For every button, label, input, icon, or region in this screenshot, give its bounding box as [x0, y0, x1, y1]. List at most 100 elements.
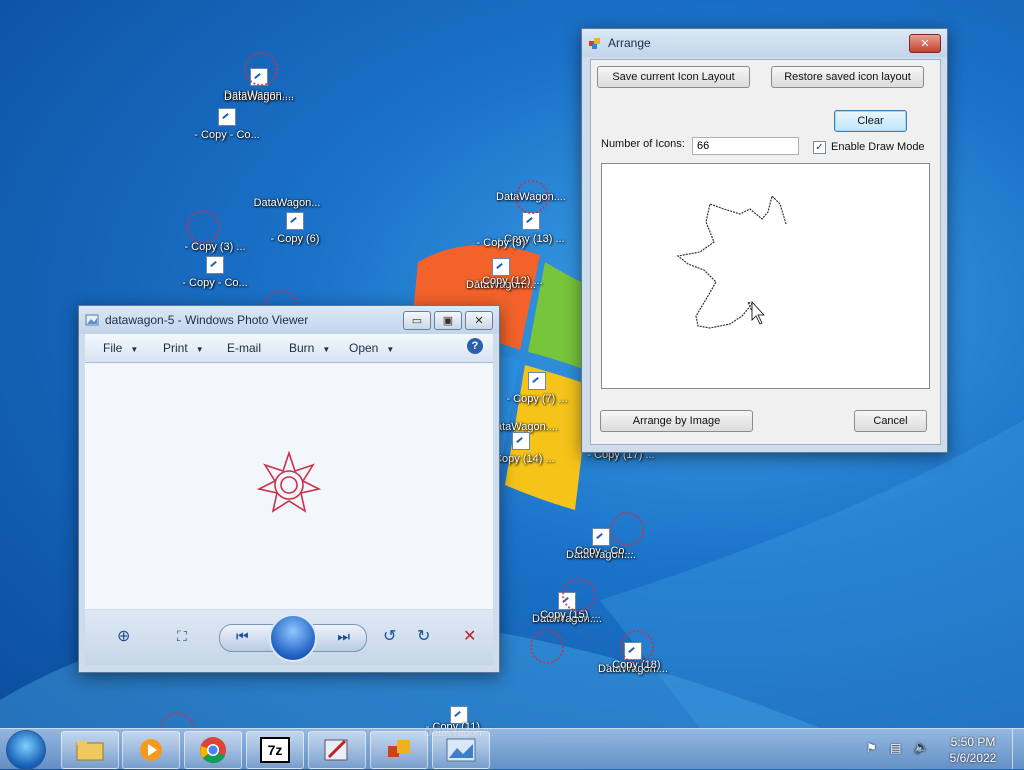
- shortcut-icon: [522, 212, 540, 230]
- desktop-icon-label: - Copy (3) ...: [184, 241, 246, 253]
- taskbar-7zip-icon[interactable]: 7z: [246, 731, 304, 769]
- zoom-icon[interactable]: ⊕: [117, 626, 130, 646]
- flower-image-icon: [620, 630, 654, 664]
- actual-size-icon[interactable]: ⛶: [177, 628, 187, 645]
- arrange-app-icon: [388, 740, 410, 757]
- desktop-icon-label: - Copy - Co...: [568, 545, 634, 557]
- desktop-icon-label: - Copy (7) ...: [506, 393, 568, 405]
- menu-email[interactable]: E-mail: [227, 341, 261, 355]
- desktop-icon[interactable]: DataWagon....: [204, 90, 314, 104]
- slideshow-button[interactable]: [269, 614, 317, 662]
- rotate-right-icon[interactable]: ↻: [417, 626, 430, 646]
- draw-mode-label: Enable Draw Mode: [831, 141, 925, 153]
- flower-image-icon: [610, 512, 644, 546]
- clock[interactable]: 5:50 PM 5/6/2022: [944, 734, 1002, 766]
- desktop-icon[interactable]: - Copy (9): [446, 236, 556, 250]
- action-center-icon[interactable]: ⚑: [866, 741, 877, 755]
- menu-print-label: Print: [163, 341, 188, 355]
- paint-icon: [324, 739, 348, 761]
- next-icon[interactable]: ⏭: [337, 628, 350, 645]
- clear-button[interactable]: Clear: [834, 110, 907, 132]
- menu-print[interactable]: Print ▼: [163, 341, 204, 355]
- start-button[interactable]: [6, 730, 46, 770]
- media-player-icon: [140, 739, 162, 761]
- save-layout-button[interactable]: Save current Icon Layout: [597, 66, 750, 88]
- delete-icon[interactable]: ✕: [463, 626, 476, 646]
- num-icons-field[interactable]: 66: [692, 137, 799, 155]
- flower-image-icon: [186, 210, 220, 244]
- flower-image-icon: [515, 180, 549, 214]
- taskbar-arrange-icon[interactable]: [370, 731, 428, 769]
- menu-email-label: E-mail: [227, 341, 262, 355]
- photo-viewer-menubar: File ▼ Print ▼ E-mail Burn ▼ Open ▼ ?: [85, 334, 493, 363]
- taskbar-folder-icon[interactable]: [61, 731, 119, 769]
- folder-icon: [76, 741, 104, 761]
- previous-icon[interactable]: ⏮: [236, 628, 249, 645]
- menu-burn-label: Burn: [289, 341, 315, 355]
- desktop-icon[interactable]: DataWagon...: [232, 196, 342, 210]
- rotate-left-icon[interactable]: ↺: [383, 626, 396, 646]
- draw-canvas[interactable]: [601, 163, 930, 389]
- arrange-app-icon: [589, 38, 600, 49]
- draw-mode-checkbox[interactable]: ✓: [813, 141, 826, 154]
- menu-open[interactable]: Open ▼: [349, 341, 394, 355]
- chevron-down-icon: ▼: [130, 345, 139, 354]
- flower-image-icon: [530, 630, 564, 664]
- shortcut-icon: [528, 372, 546, 390]
- taskbar-media-player-icon[interactable]: [122, 731, 180, 769]
- volume-icon[interactable]: 🔈: [914, 740, 929, 754]
- photo-viewer-title: datawagon-5 - Windows Photo Viewer: [105, 313, 309, 327]
- photo-viewer-icon: [446, 738, 476, 762]
- cancel-button[interactable]: Cancel: [854, 410, 927, 432]
- help-icon[interactable]: ?: [467, 338, 483, 354]
- desktop-icon[interactable]: - Copy - Co...: [160, 256, 270, 290]
- minimize-button[interactable]: ▭: [403, 310, 431, 330]
- datawagon-image: [257, 451, 321, 513]
- menu-burn[interactable]: Burn ▼: [289, 341, 330, 355]
- shortcut-icon: [512, 432, 530, 450]
- arrange-client: Save current Icon Layout Restore saved i…: [590, 59, 941, 445]
- desktop-icon-label: - Copy - Co...: [182, 277, 248, 289]
- network-icon[interactable]: ▤: [890, 741, 901, 755]
- restore-layout-button[interactable]: Restore saved icon layout: [771, 66, 924, 88]
- arrange-by-image-button[interactable]: Arrange by Image: [600, 410, 753, 432]
- photo-close-button[interactable]: ✕: [465, 310, 493, 330]
- 7zip-icon: 7z: [260, 737, 290, 763]
- photo-viewer-app-icon: [85, 314, 99, 326]
- show-desktop-button[interactable]: [1012, 729, 1024, 769]
- taskbar: 7z ⚑ ▤ 🔈 5:50 PM 5/6/2022: [0, 728, 1024, 770]
- desktop-icon-label: - Copy (6): [270, 233, 320, 245]
- taskbar-chrome-icon[interactable]: [184, 731, 242, 769]
- desktop-icon[interactable]: - Copy (3) ...: [160, 240, 270, 254]
- desktop-icon-label: - Copy (9): [476, 237, 526, 249]
- menu-open-label: Open: [349, 341, 379, 355]
- chrome-icon: [200, 737, 226, 764]
- arrange-close-button[interactable]: ✕: [909, 33, 941, 53]
- num-icons-label: Number of Icons:: [601, 138, 685, 150]
- shortcut-icon: [286, 212, 304, 230]
- taskbar-photo-viewer-icon[interactable]: [432, 731, 490, 769]
- desktop-icon-label: DataWagon....: [224, 91, 294, 103]
- clock-date: 5/6/2022: [949, 751, 997, 765]
- desktop-icon-label: - Copy (12) ...: [475, 275, 543, 287]
- desktop-icon-label: - Copy - Co...: [194, 129, 260, 141]
- maximize-button[interactable]: ▣: [434, 310, 462, 330]
- photo-viewer-titlebar[interactable]: datawagon-5 - Windows Photo Viewer ▭ ▣ ✕: [79, 306, 499, 334]
- photo-viewer-window: datawagon-5 - Windows Photo Viewer ▭ ▣ ✕…: [78, 305, 500, 673]
- flower-image-icon: [562, 578, 596, 612]
- drawn-path: [676, 194, 787, 329]
- arrange-window: Arrange ✕ Save current Icon Layout Resto…: [581, 28, 948, 453]
- desktop-icon-label: DataWagon...: [253, 197, 321, 209]
- shortcut-icon: [218, 108, 236, 126]
- clock-time: 5:50 PM: [950, 735, 996, 749]
- desktop-icon[interactable]: - Copy (15) ...: [512, 608, 622, 622]
- desktop-icon[interactable]: - Copy - Co...: [546, 544, 656, 558]
- taskbar-paint-icon[interactable]: [308, 731, 366, 769]
- chevron-down-icon: ▼: [322, 345, 331, 354]
- photo-view-area: [85, 363, 493, 609]
- arrange-titlebar[interactable]: Arrange ✕: [582, 29, 947, 57]
- menu-file[interactable]: File ▼: [103, 341, 138, 355]
- desktop-icon[interactable]: - Copy - Co...: [172, 108, 282, 142]
- desktop-icon[interactable]: - Copy (12) ...: [454, 274, 564, 288]
- chevron-down-icon: ▼: [386, 345, 395, 354]
